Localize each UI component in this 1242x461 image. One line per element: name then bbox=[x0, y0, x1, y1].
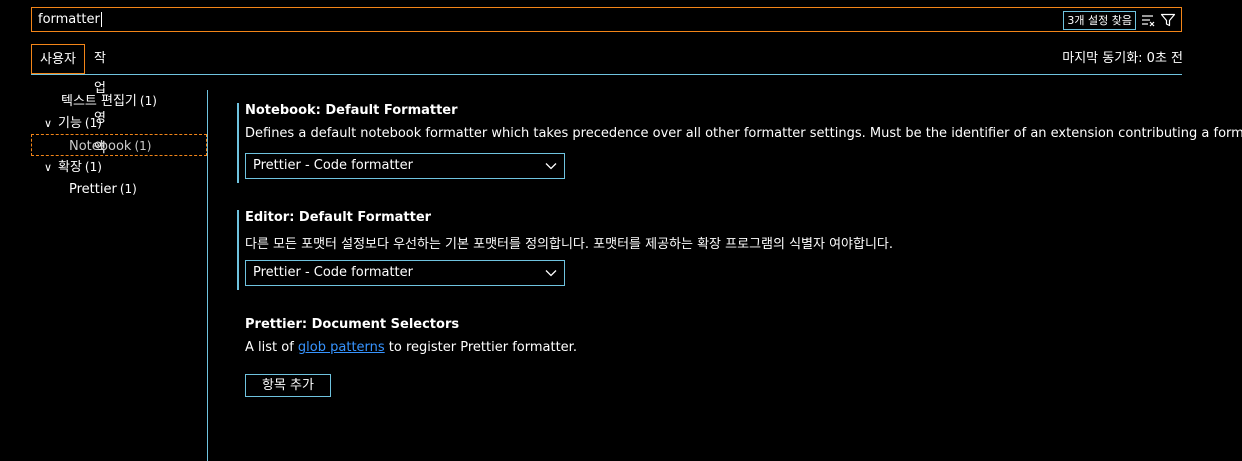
setting-title: Notebook: Default Formatter bbox=[245, 103, 458, 118]
settings-search-box[interactable]: formatter 3개 설정 찾음 bbox=[31, 7, 1182, 32]
modified-indicator bbox=[237, 103, 239, 183]
result-count-badge: 3개 설정 찾음 bbox=[1063, 11, 1136, 30]
toc-item-text-editor[interactable]: 텍스트 편집기 (1) bbox=[61, 90, 157, 112]
description-text: A list of bbox=[245, 340, 298, 355]
toc-item-label: Notebook bbox=[69, 139, 132, 154]
toc-separator bbox=[207, 90, 208, 461]
dropdown-value: Prettier - Code formatter bbox=[253, 158, 413, 173]
setting-description: A list of glob patterns to register Pret… bbox=[245, 340, 577, 355]
toc-item-count: (1) bbox=[84, 116, 102, 130]
toc-item-label: Prettier bbox=[69, 182, 117, 197]
toc-item-label: 기능 bbox=[58, 116, 82, 131]
toc-item-label: 텍스트 편집기 bbox=[61, 94, 137, 109]
toc-item-count: (1) bbox=[134, 139, 152, 153]
notebook-formatter-dropdown[interactable]: Prettier - Code formatter bbox=[245, 153, 565, 179]
add-item-button[interactable]: 항목 추가 bbox=[245, 374, 331, 397]
toc-item-label: 확장 bbox=[58, 160, 82, 175]
setting-prettier-document-selectors: Prettier: Document Selectors A list of g… bbox=[237, 317, 1177, 402]
toc-item-count: (1) bbox=[139, 94, 157, 108]
glob-patterns-link[interactable]: glob patterns bbox=[298, 340, 385, 355]
toc-item-notebook[interactable]: Notebook (1) bbox=[31, 134, 207, 156]
toc-item-extensions[interactable]: ∨ 확장 (1) bbox=[44, 156, 102, 178]
setting-description: 다른 모든 포맷터 설정보다 우선하는 기본 포맷터를 정의합니다. 포맷터를 … bbox=[245, 237, 894, 252]
filter-icon[interactable] bbox=[1160, 12, 1176, 28]
tab-user[interactable]: 사용자 bbox=[31, 44, 85, 74]
description-text: to register Prettier formatter. bbox=[384, 340, 577, 355]
setting-description: Defines a default notebook formatter whi… bbox=[245, 126, 1242, 141]
dropdown-value: Prettier - Code formatter bbox=[253, 265, 413, 280]
chevron-down-icon bbox=[545, 163, 557, 170]
last-synced-status: 마지막 동기화: 0초 전 bbox=[1062, 51, 1183, 66]
toc-item-prettier[interactable]: Prettier (1) bbox=[69, 178, 137, 200]
setting-title: Editor: Default Formatter bbox=[245, 210, 432, 225]
toc-item-features[interactable]: ∨ 기능 (1) bbox=[44, 112, 102, 134]
clear-filter-icon[interactable] bbox=[1141, 13, 1155, 27]
setting-notebook-default-formatter: Notebook: Default Formatter Defines a de… bbox=[237, 103, 1242, 183]
toc-item-count: (1) bbox=[119, 182, 137, 196]
setting-editor-default-formatter: Editor: Default Formatter 다른 모든 포맷터 설정보다… bbox=[237, 210, 1177, 290]
modified-indicator bbox=[237, 210, 239, 290]
chevron-down-icon: ∨ bbox=[44, 161, 53, 174]
chevron-down-icon bbox=[545, 270, 557, 277]
tabs-divider bbox=[31, 74, 1182, 75]
chevron-down-icon: ∨ bbox=[44, 117, 53, 130]
tab-workspace[interactable]: 작업 영역 bbox=[94, 44, 106, 156]
editor-formatter-dropdown[interactable]: Prettier - Code formatter bbox=[245, 260, 565, 286]
setting-title: Prettier: Document Selectors bbox=[245, 317, 460, 332]
toc-item-count: (1) bbox=[84, 160, 102, 174]
search-input[interactable]: formatter bbox=[38, 8, 102, 31]
